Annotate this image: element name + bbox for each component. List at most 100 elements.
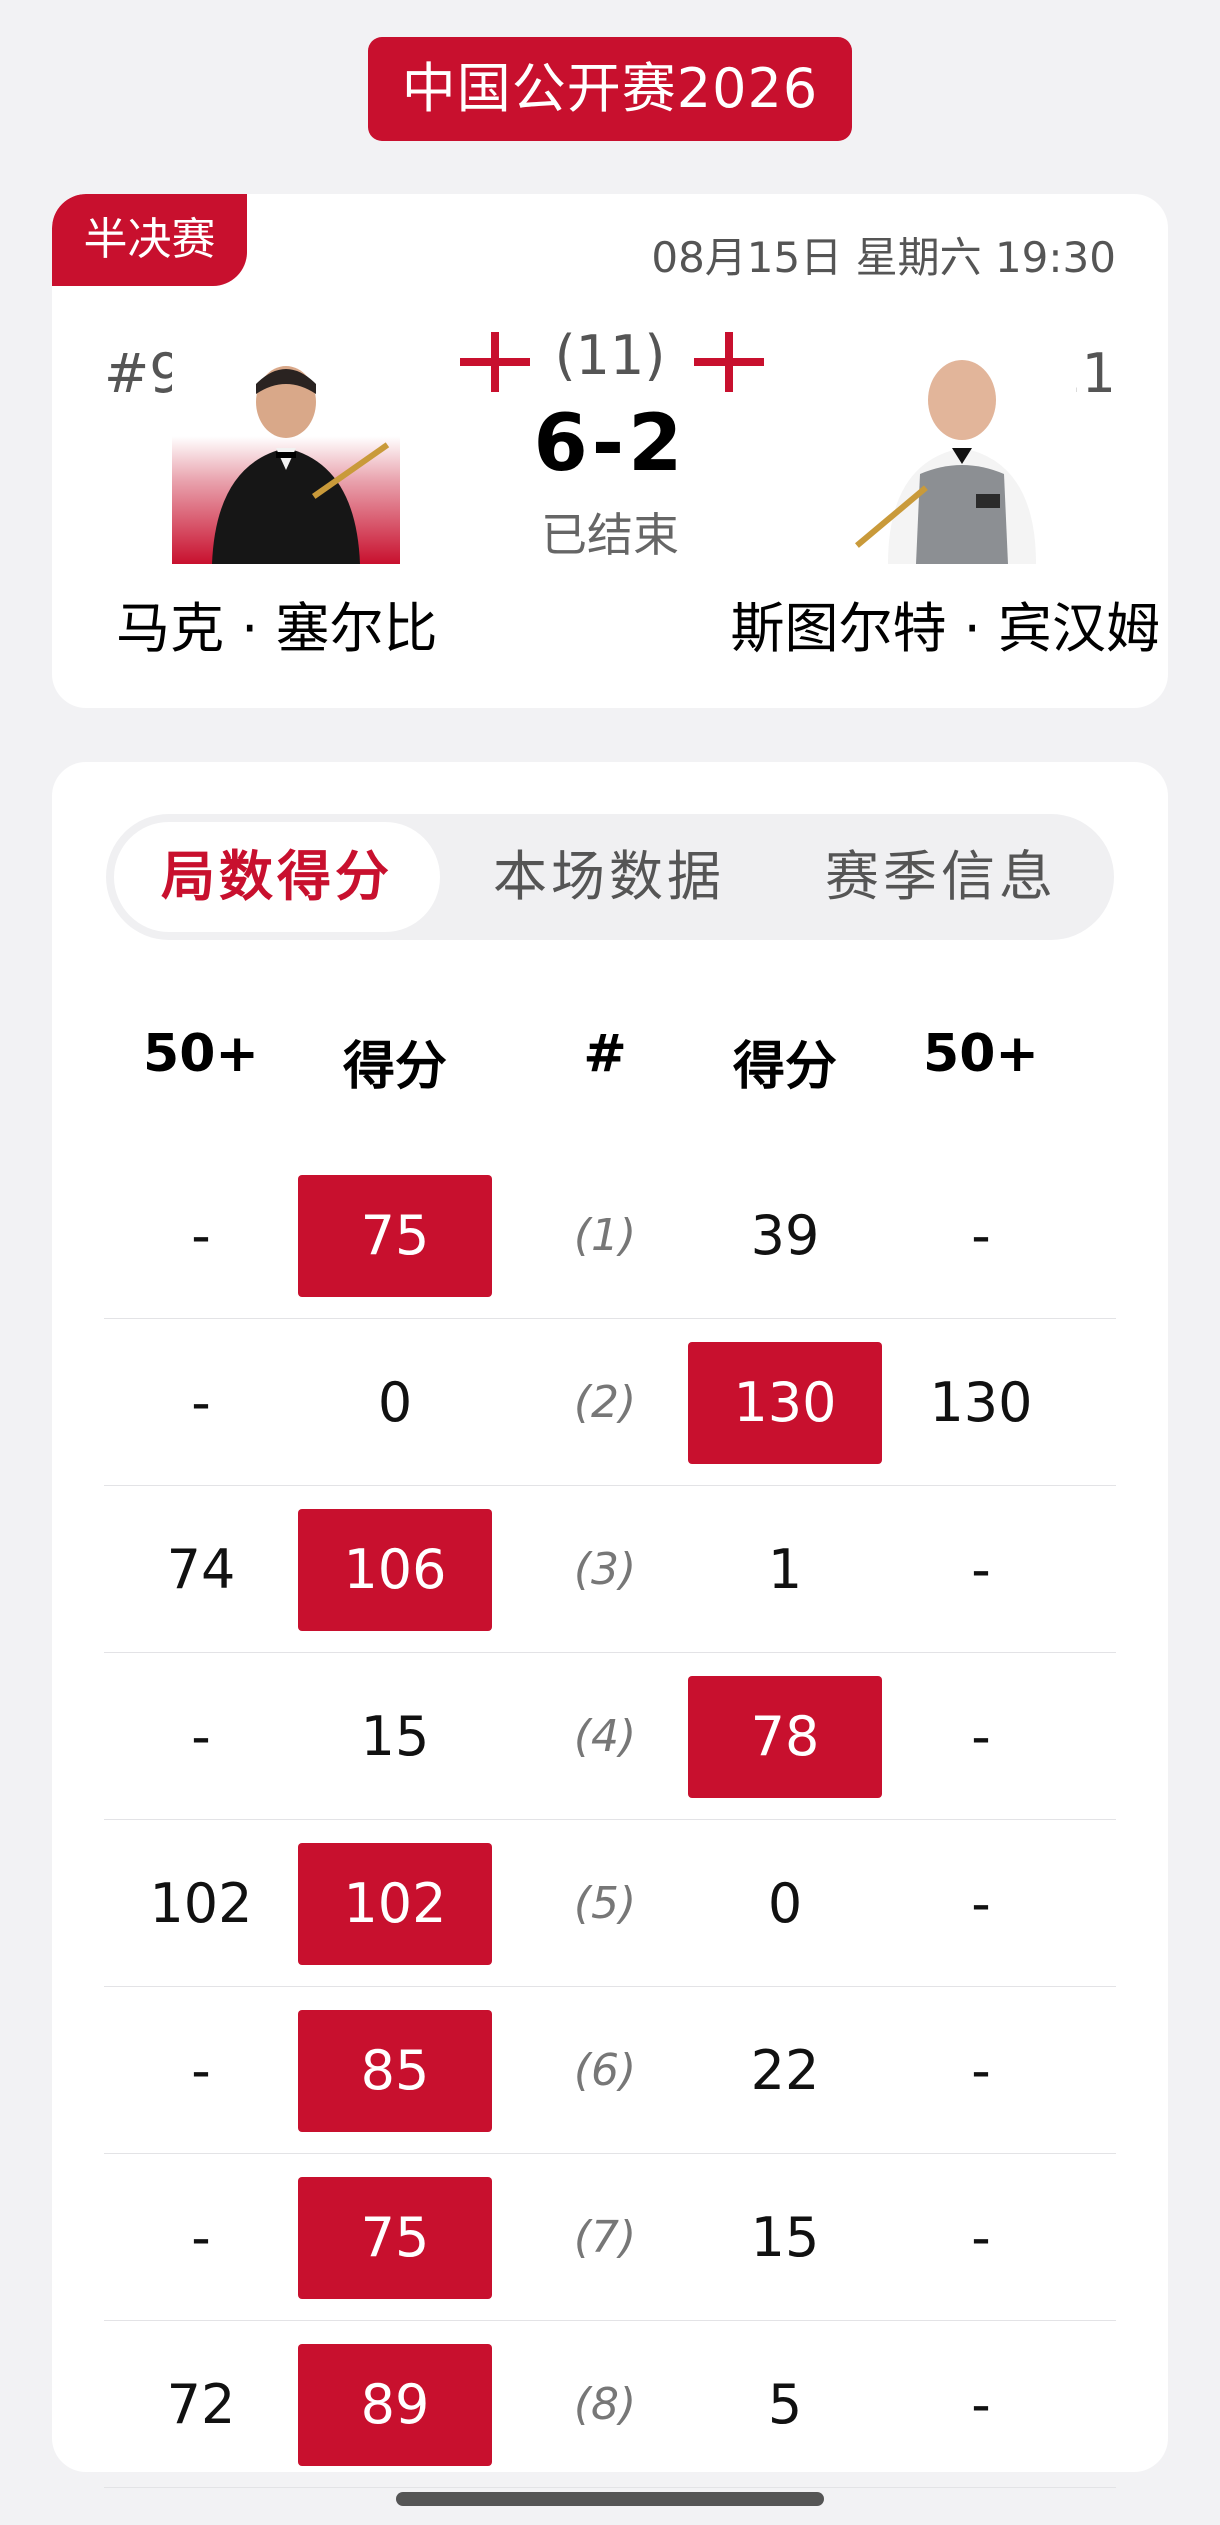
cell-value: - [971, 1204, 991, 1267]
p2-break-cell: - [884, 1820, 1078, 1987]
frame-number-cell: (1) [508, 1152, 702, 1319]
player1-avatar[interactable] [172, 344, 400, 564]
cell-value: - [191, 1204, 211, 1267]
p1-break-cell: - [104, 1319, 298, 1486]
p2-break-cell: - [884, 1653, 1078, 1820]
cell-value: 0 [377, 1371, 413, 1434]
winning-score-badge: 130 [688, 1342, 882, 1464]
header-p2-score: 得分 [732, 1037, 837, 1097]
p1-score-cell: 106 [298, 1486, 492, 1653]
tab-season-info[interactable]: 赛季信息 [778, 822, 1104, 932]
page: 中国公开赛2026 半决赛 08月15日 星期六 19:30 #9 #21 [0, 0, 1220, 2525]
table-row: - 75 (7) 15 - [104, 2154, 1116, 2321]
cell-value: 74 [166, 1538, 236, 1601]
p1-break-cell: 74 [104, 1486, 298, 1653]
cell-value: (3) [573, 1544, 637, 1595]
cell-value: 0 [767, 1872, 803, 1935]
cell-value: (2) [573, 1377, 637, 1428]
cell-value: (6) [573, 2045, 637, 2096]
p1-break-cell: 102 [104, 1820, 298, 1987]
cell-value: - [971, 2206, 991, 2269]
tournament-title: 中国公开赛2026 [368, 37, 852, 141]
cell-value: (7) [573, 2212, 637, 2263]
frame-number-cell: (4) [508, 1653, 702, 1820]
table-row: - 15 (4) 78 - [104, 1653, 1116, 1820]
p2-score-cell: 130 [688, 1319, 882, 1486]
p1-score-cell: 0 [298, 1319, 492, 1486]
cell-value: (8) [573, 2379, 637, 2430]
p2-break-cell: - [884, 2321, 1078, 2488]
winning-score-badge: 75 [298, 2177, 492, 2299]
p2-score-cell: 15 [688, 2154, 882, 2321]
p1-score-cell: 15 [298, 1653, 492, 1820]
cell-value: - [971, 1538, 991, 1601]
p1-score-cell: 75 [298, 2154, 492, 2321]
cell-value: - [191, 1705, 211, 1768]
p2-score-cell: 0 [688, 1820, 882, 1987]
table-row: - 0 (2) 130 130 [104, 1319, 1116, 1486]
p2-score-cell: 1 [688, 1486, 882, 1653]
cell-value: (1) [573, 1210, 637, 1261]
winning-score-badge: 75 [298, 1175, 492, 1297]
cell-value: 72 [166, 2373, 236, 2436]
header-frame-number: # [583, 1024, 627, 1084]
p2-break-cell: - [884, 1152, 1078, 1319]
cell-value: - [971, 2373, 991, 2436]
stats-card: 局数得分 本场数据 赛季信息 50+ 得分 # 得分 50+ -75 (1) 39-… [52, 762, 1168, 2488]
cell-value: - [191, 1371, 211, 1434]
p2-break-cell: - [884, 1987, 1078, 2154]
frame-score-table: -75 (1) 39- -0 (2) 130 130 74 106 (3) 1- -15 (4) 78-1… [104, 1152, 1116, 2488]
match-score: 6-2 [533, 399, 687, 489]
p1-score-cell: 75 [298, 1152, 492, 1319]
cell-value: - [191, 2206, 211, 2269]
winning-score-badge: 102 [298, 1843, 492, 1965]
p1-break-cell: - [104, 1152, 298, 1319]
p2-score-cell: 78 [688, 1653, 882, 1820]
player2-avatar[interactable] [848, 344, 1076, 564]
p1-score-cell: 89 [298, 2321, 492, 2488]
frame-number-cell: (2) [508, 1319, 702, 1486]
player1-flag-icon [460, 332, 530, 392]
p1-break-cell: - [104, 2154, 298, 2321]
winning-score-badge: 85 [298, 2010, 492, 2132]
p1-break-cell: - [104, 1987, 298, 2154]
p2-break-cell: - [884, 1486, 1078, 1653]
frame-number-cell: (6) [508, 1987, 702, 2154]
cell-value: (5) [573, 1878, 637, 1929]
cell-value: 1 [767, 1538, 803, 1601]
cell-value: (4) [573, 1711, 637, 1762]
table-row: 72 89 (8) 5 - [104, 2321, 1116, 2488]
cell-value: 5 [767, 2373, 803, 2436]
tab-bar: 局数得分 本场数据 赛季信息 [106, 814, 1114, 940]
cell-value: - [971, 1705, 991, 1768]
p1-score-cell: 102 [298, 1820, 492, 1987]
match-card[interactable]: 半决赛 08月15日 星期六 19:30 #9 #21 [52, 194, 1168, 708]
table-row: 102 102 (5) 0 - [104, 1820, 1116, 1987]
p2-score-cell: 22 [688, 1987, 882, 2154]
cell-value: 22 [750, 2039, 820, 2102]
player2-name[interactable]: 斯图尔特 · 宾汉姆 [731, 584, 1161, 663]
cell-value: - [971, 1872, 991, 1935]
frame-number-cell: (3) [508, 1486, 702, 1653]
frame-number-cell: (8) [508, 2321, 702, 2488]
player1-photo-icon [212, 366, 390, 564]
header-p1-break: 50+ [143, 1024, 259, 1084]
table-row: - 75 (1) 39 - [104, 1152, 1116, 1319]
cell-value: 15 [750, 2206, 820, 2269]
winning-score-badge: 89 [298, 2344, 492, 2466]
p2-score-cell: 5 [688, 2321, 882, 2488]
frame-number-cell: (7) [508, 2154, 702, 2321]
p2-score-cell: 39 [688, 1152, 882, 1319]
best-of-frames: (11) [554, 324, 666, 387]
tab-frame-scores[interactable]: 局数得分 [114, 822, 440, 932]
cell-value: 130 [929, 1371, 1033, 1434]
match-status: 已结束 [541, 508, 679, 562]
home-indicator[interactable] [396, 2492, 824, 2506]
match-datetime: 08月15日 星期六 19:30 [651, 233, 1116, 282]
p1-break-cell: 72 [104, 2321, 298, 2488]
cell-value: 39 [750, 1204, 820, 1267]
p2-break-cell: - [884, 2154, 1078, 2321]
p2-break-cell: 130 [884, 1319, 1078, 1486]
player1-name[interactable]: 马克 · 塞尔比 [116, 584, 438, 663]
tab-match-stats[interactable]: 本场数据 [446, 822, 772, 932]
